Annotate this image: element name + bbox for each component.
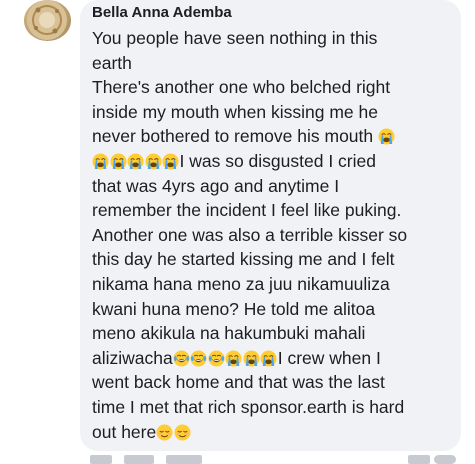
like-button[interactable] bbox=[124, 455, 154, 464]
face-with-tears-of-joy-icon bbox=[190, 349, 207, 367]
comment-line: out here bbox=[92, 420, 449, 445]
relieved-face-icon bbox=[156, 423, 173, 441]
comment-actions-row bbox=[88, 455, 468, 464]
comment-line: inside my mouth when kissing me he bbox=[92, 100, 449, 125]
comment-text-segment: out here bbox=[92, 421, 157, 442]
comment-text-segment: You people have seen nothing in this bbox=[92, 28, 378, 48]
comment-line: remember the incident I feel like puking… bbox=[92, 198, 449, 223]
loudly-crying-face-icon bbox=[109, 152, 127, 170]
comment-text-segment: earth bbox=[92, 52, 132, 73]
relieved-face-icon bbox=[174, 423, 191, 441]
comment-text-segment: aliziwacha bbox=[92, 347, 173, 368]
comment-text-segment: went back home and that was the last bbox=[92, 372, 385, 393]
comment-text-segment: time I met that rich sponsor.earth is ha… bbox=[92, 396, 405, 417]
comment-timestamp[interactable] bbox=[90, 455, 112, 464]
comment-text-segment: this day he started kissing me and I fel… bbox=[92, 249, 395, 270]
loudly-crying-face-icon bbox=[243, 349, 260, 367]
loudly-crying-face-icon bbox=[225, 349, 242, 367]
comment-line: time I met that rich sponsor.earth is ha… bbox=[92, 395, 449, 420]
loudly-crying-face-icon bbox=[260, 349, 277, 367]
comment-line: I was so disgusted I cried bbox=[92, 149, 449, 174]
comment-line: never bothered to remove his mouth bbox=[92, 124, 449, 149]
loudly-crying-face-icon bbox=[92, 152, 109, 170]
comment-line: Another one was also a terrible kisser s… bbox=[92, 223, 449, 248]
comment-line: There's another one who belched right bbox=[92, 75, 449, 100]
comment-text-segment: inside my mouth when kissing me he bbox=[92, 101, 378, 122]
comment-author-name[interactable]: Bella Anna Ademba bbox=[92, 3, 449, 23]
comment-screenshot: Bella Anna Ademba You people have seen n… bbox=[0, 0, 475, 464]
comment-line: nikama hana meno za juu nikamuuliza bbox=[92, 272, 449, 297]
loudly-crying-face-icon bbox=[144, 152, 162, 170]
avatar[interactable] bbox=[24, 0, 71, 41]
comment-line: You people have seen nothing in this bbox=[92, 26, 449, 51]
comment-line: aliziwacha I crew when I bbox=[92, 346, 449, 371]
comment-text-segment: There's another one who belched right bbox=[92, 77, 391, 98]
face-with-tears-of-joy-icon bbox=[208, 349, 225, 367]
face-with-tears-of-joy-icon bbox=[173, 349, 190, 367]
comment-text-segment: kwani huna meno? He told me alitoa bbox=[92, 298, 376, 319]
comment-text-segment: Another one was also a terrible kisser s… bbox=[92, 224, 408, 245]
avatar-image bbox=[27, 0, 67, 40]
reaction-count bbox=[408, 455, 430, 464]
comment-bubble: Bella Anna Ademba You people have seen n… bbox=[80, 0, 461, 451]
loudly-crying-face-icon bbox=[378, 127, 395, 145]
loudly-crying-face-icon bbox=[162, 152, 179, 170]
comment-line: earth bbox=[92, 51, 449, 76]
comment-text-segment: never bothered to remove his mouth bbox=[92, 126, 378, 147]
reaction-icons[interactable] bbox=[434, 455, 456, 464]
comment-text-segment: remember the incident I feel like puking… bbox=[92, 200, 402, 221]
comment-text-segment: I crew when I bbox=[277, 347, 381, 368]
loudly-crying-face-icon bbox=[127, 152, 144, 170]
comment-text-segment: meno akikula na hakumbuki mahali bbox=[92, 323, 366, 344]
comment-line: kwani huna meno? He told me alitoa bbox=[92, 297, 449, 322]
comment-text-segment: I was so disgusted I cried bbox=[179, 150, 376, 171]
comment-line: that was 4yrs ago and anytime I bbox=[92, 174, 449, 199]
comment-text-segment: nikama hana meno za juu nikamuuliza bbox=[92, 273, 390, 294]
comment-line: went back home and that was the last bbox=[92, 370, 449, 395]
comment-line: this day he started kissing me and I fel… bbox=[92, 247, 449, 272]
comment-text-segment: that was 4yrs ago and anytime I bbox=[92, 175, 340, 196]
reply-button[interactable] bbox=[166, 455, 202, 464]
comment-text: You people have seen nothing in this eart… bbox=[92, 26, 449, 444]
comment-line: meno akikula na hakumbuki mahali bbox=[92, 321, 449, 346]
